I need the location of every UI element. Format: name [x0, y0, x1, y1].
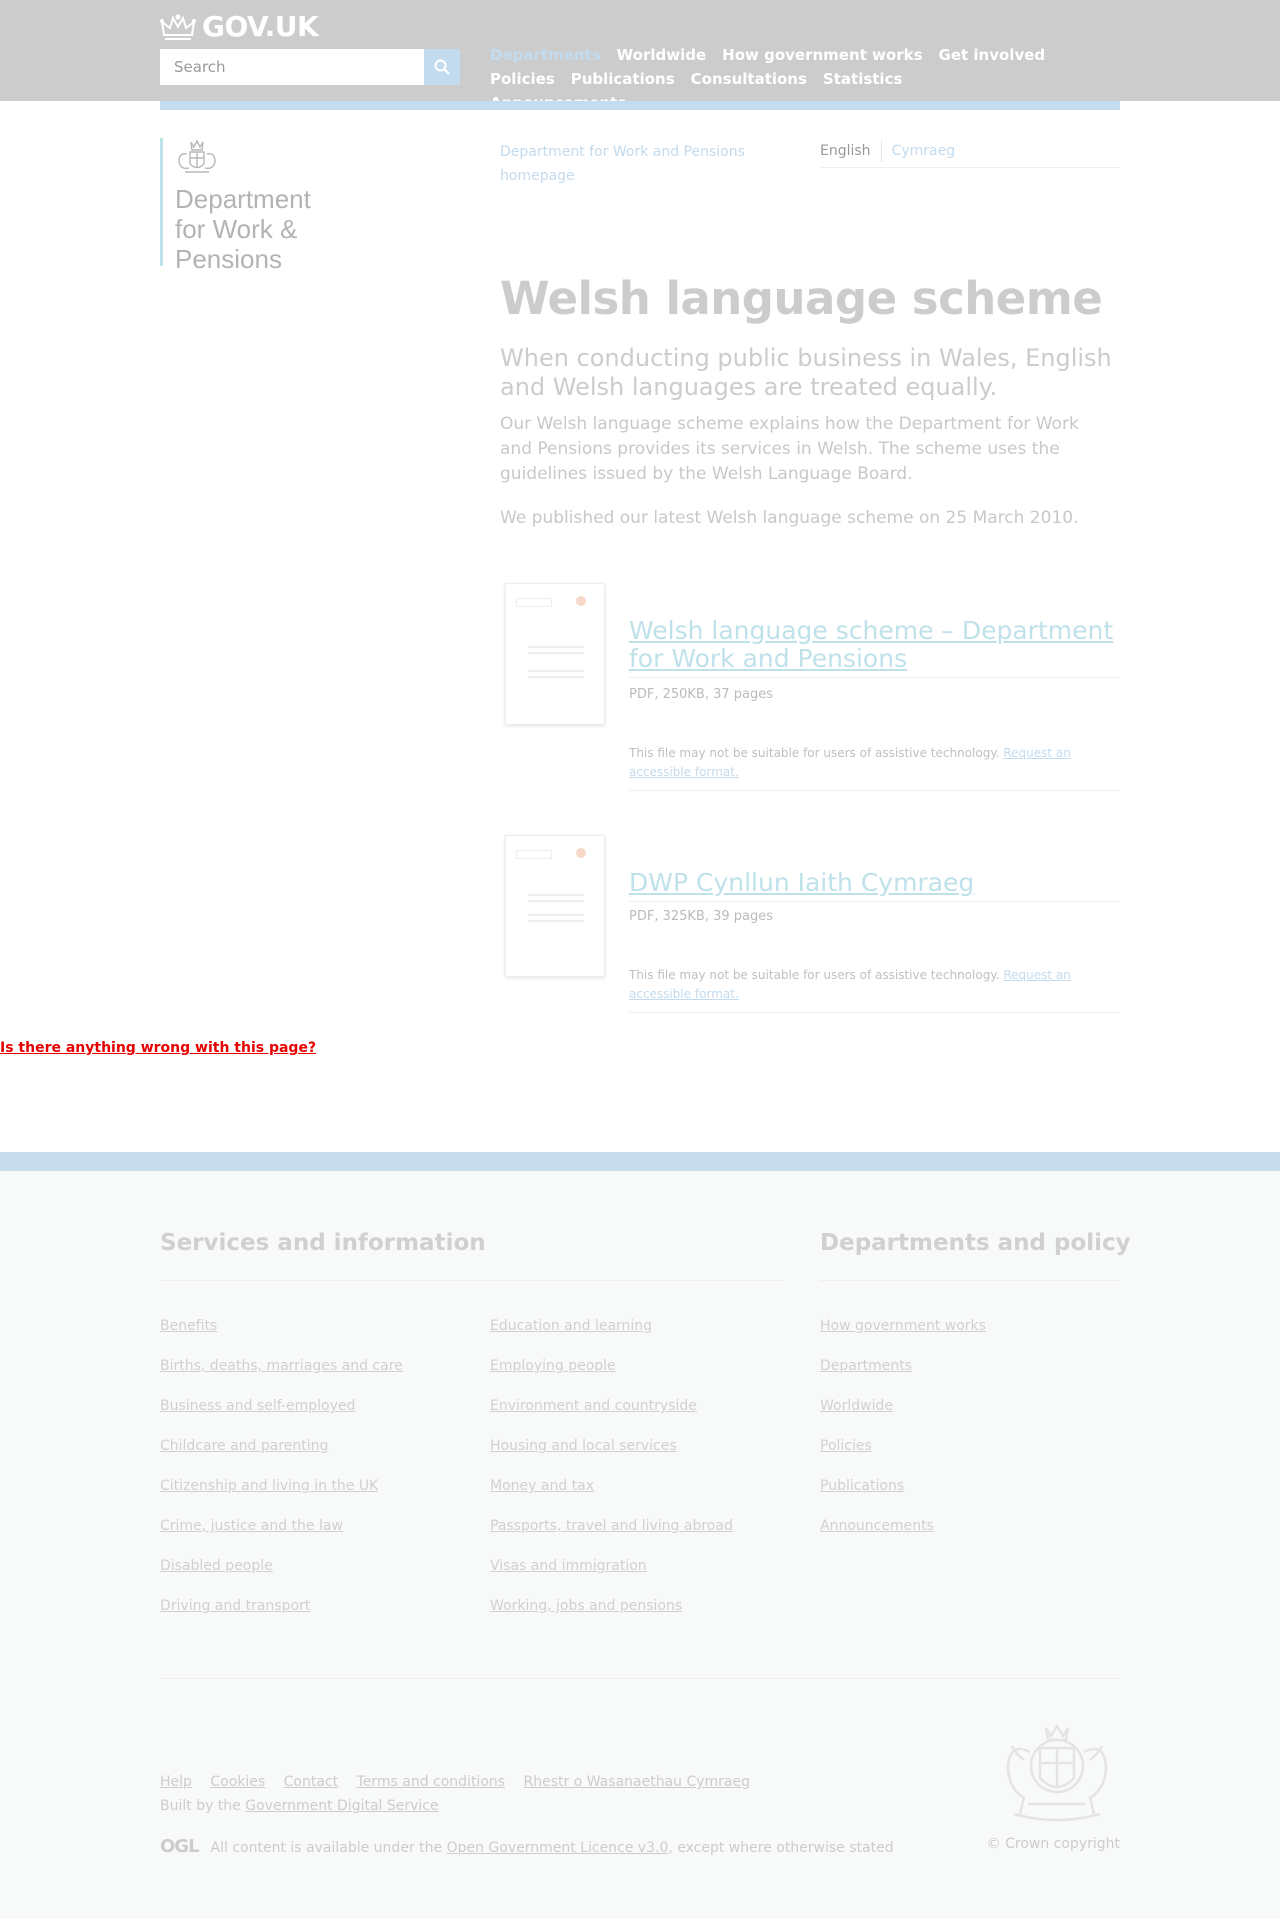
footer-link[interactable]: Childcare and parenting	[160, 1438, 328, 1454]
footer-terms-link[interactable]: Terms and conditions	[357, 1774, 506, 1790]
attachment-title-link[interactable]: DWP Cynllun Iaith Cymraeg	[629, 869, 1120, 902]
report-problem-link[interactable]: Is there anything wrong with this page?	[0, 1040, 316, 1056]
footer-link[interactable]: Driving and transport	[160, 1598, 310, 1614]
ogl-logo-icon: OGL	[160, 1836, 200, 1857]
header-accent-bar	[160, 101, 1120, 110]
thumbnail-logo-mark	[576, 848, 586, 858]
nav-how-government-works[interactable]: How government works	[722, 45, 922, 65]
language-cymraeg-link[interactable]: Cymraeg	[882, 140, 956, 162]
site-header: GOV.UK Departments Worldwide How governm…	[0, 0, 1280, 112]
thumbnail-text-line	[528, 670, 584, 672]
footer-link[interactable]: Disabled people	[160, 1558, 273, 1574]
footer-link[interactable]: Working, jobs and pensions	[490, 1598, 682, 1614]
footer-heading-services: Services and information	[160, 1230, 486, 1256]
accessibility-note-text: This file may not be suitable for users …	[629, 746, 1000, 760]
thumbnail-logo-mark	[576, 596, 586, 606]
crown-copyright: © Crown copyright	[986, 1836, 1120, 1852]
thumbnail-text-line	[528, 646, 584, 648]
footer-link[interactable]: Education and learning	[490, 1318, 652, 1334]
nav-statistics[interactable]: Statistics	[823, 69, 902, 89]
footer-link[interactable]: Visas and immigration	[490, 1558, 647, 1574]
organisation-homepage-link[interactable]: Department for Work and Pensions homepag…	[500, 140, 760, 188]
royal-crest-icon	[178, 139, 216, 173]
nav-get-involved[interactable]: Get involved	[939, 45, 1046, 65]
built-by-text: Built by the	[160, 1798, 241, 1814]
footer-heading-departments: Departments and policy	[820, 1230, 1131, 1256]
thumbnail-logo-mark	[516, 850, 552, 859]
organisation-name: Department for Work & Pensions	[175, 184, 335, 274]
language-switcher: English Cymraeg	[820, 140, 1120, 168]
nav-departments[interactable]: Departments	[490, 45, 601, 65]
footer-cookies-link[interactable]: Cookies	[210, 1774, 265, 1790]
footer-meta-links: Help Cookies Contact Terms and condition…	[160, 1774, 764, 1790]
thumbnail-text-line	[528, 914, 584, 916]
footer-link[interactable]: Benefits	[160, 1318, 217, 1334]
footer-help-link[interactable]: Help	[160, 1774, 192, 1790]
licence-notice: OGL All content is available under the Op…	[160, 1836, 894, 1857]
footer-link[interactable]: Publications	[820, 1478, 904, 1494]
thumbnail-logo-mark	[516, 598, 552, 607]
accessibility-note-text: This file may not be suitable for users …	[629, 968, 1000, 982]
thumbnail-text-line	[528, 894, 584, 896]
footer-link[interactable]: Policies	[820, 1438, 872, 1454]
govuk-logo[interactable]: GOV.UK	[160, 10, 319, 43]
attachment-title-link[interactable]: Welsh language scheme – Department for W…	[629, 617, 1120, 678]
footer-link[interactable]: Business and self-employed	[160, 1398, 355, 1414]
organisation-name-line: Department	[175, 184, 311, 214]
open-government-licence-link[interactable]: Open Government Licence v3.0	[447, 1840, 669, 1856]
logo-text: GOV.UK	[202, 10, 319, 43]
attachment-metadata: PDF, 325KB, 39 pages	[629, 909, 774, 924]
built-by: Built by the Government Digital Service	[160, 1798, 453, 1814]
thumbnail-text-line	[528, 920, 584, 922]
page-summary: When conducting public business in Wales…	[500, 344, 1112, 401]
attachment-thumbnail[interactable]	[505, 835, 605, 977]
footer-link[interactable]: Passports, travel and living abroad	[490, 1518, 733, 1534]
footer-link[interactable]: Environment and countryside	[490, 1398, 697, 1414]
thumbnail-text-line	[528, 652, 584, 654]
organisation-name-line: Pensions	[175, 244, 282, 274]
footer-link[interactable]: Citizenship and living in the UK	[160, 1478, 378, 1494]
footer-divider	[160, 1678, 1120, 1679]
footer-link[interactable]: Announcements	[820, 1518, 934, 1534]
footer-welsh-services-link[interactable]: Rhestr o Wasanaethau Cymraeg	[524, 1774, 750, 1790]
search-icon	[434, 59, 450, 75]
attachment-metadata: PDF, 250KB, 37 pages	[629, 687, 774, 702]
licence-text: , except where otherwise stated	[668, 1840, 894, 1856]
nav-worldwide[interactable]: Worldwide	[617, 45, 707, 65]
footer-link[interactable]: Money and tax	[490, 1478, 594, 1494]
footer-link[interactable]: How government works	[820, 1318, 986, 1334]
thumbnail-text-line	[528, 900, 584, 902]
crown-icon	[160, 14, 196, 40]
footer-link[interactable]: Worldwide	[820, 1398, 893, 1414]
search-button[interactable]	[424, 49, 460, 85]
nav-publications[interactable]: Publications	[571, 69, 675, 89]
footer-contact-link[interactable]: Contact	[284, 1774, 338, 1790]
body-paragraph: Our Welsh language scheme explains how t…	[500, 414, 1079, 484]
footer-link[interactable]: Departments	[820, 1358, 912, 1374]
licence-text: All content is available under the	[210, 1840, 443, 1856]
gds-link[interactable]: Government Digital Service	[245, 1798, 438, 1814]
royal-coat-of-arms-icon	[1006, 1723, 1108, 1822]
nav-consultations[interactable]: Consultations	[691, 69, 807, 89]
accessibility-note: This file may not be suitable for users …	[629, 744, 1120, 791]
language-english: English	[820, 140, 882, 162]
page-title: Welsh language scheme	[500, 272, 1103, 325]
footer-divider	[820, 1280, 1120, 1281]
nav-policies[interactable]: Policies	[490, 69, 555, 89]
search-input[interactable]	[160, 49, 424, 85]
footer-link[interactable]: Housing and local services	[490, 1438, 677, 1454]
organisation-name-line: for Work &	[175, 214, 298, 244]
accessibility-note: This file may not be suitable for users …	[629, 966, 1120, 1013]
organisation-logo[interactable]: Department for Work & Pensions	[160, 138, 335, 274]
footer-divider	[160, 1280, 784, 1281]
footer-link[interactable]: Employing people	[490, 1358, 616, 1374]
body-paragraph: We published our latest Welsh language s…	[500, 508, 1079, 528]
footer-link[interactable]: Births, deaths, marriages and care	[160, 1358, 403, 1374]
attachment-thumbnail[interactable]	[505, 583, 605, 725]
thumbnail-text-line	[528, 676, 584, 678]
footer-link[interactable]: Crime, justice and the law	[160, 1518, 343, 1534]
